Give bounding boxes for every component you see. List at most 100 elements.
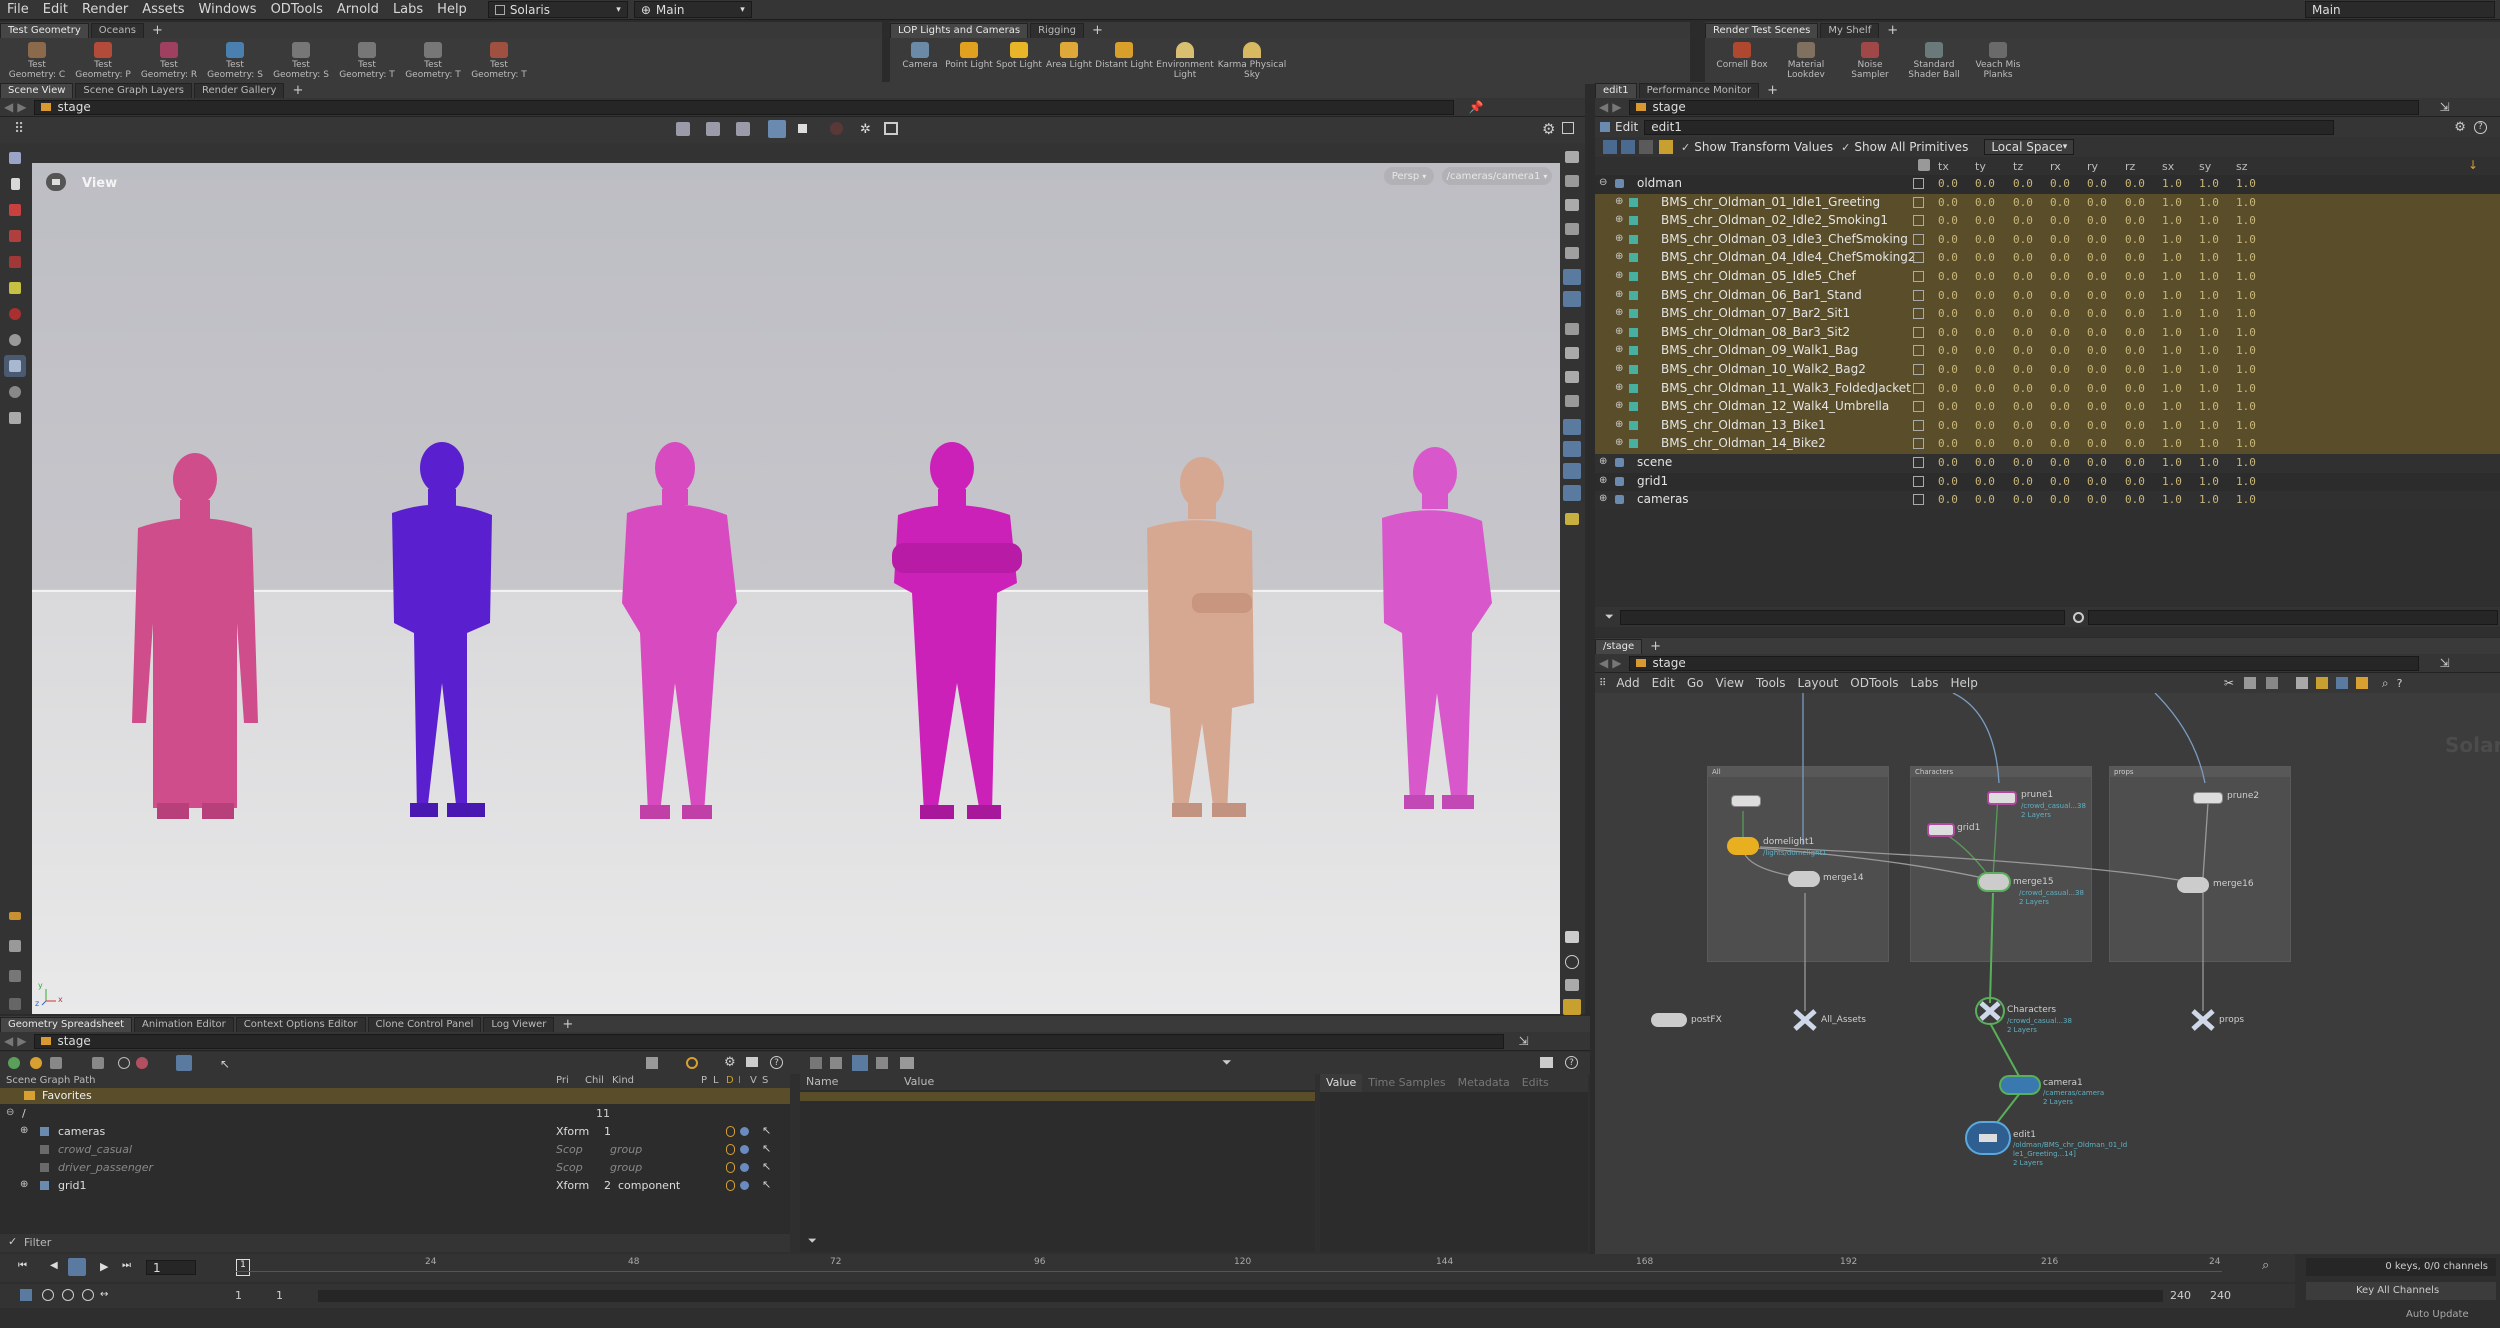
value-tz[interactable]: 0.0 bbox=[2013, 177, 2033, 190]
expand-icon[interactable]: ⊕ bbox=[20, 1125, 28, 1136]
value-sz[interactable]: 1.0 bbox=[2236, 437, 2256, 450]
edit-row[interactable]: ⊖ oldman 0.0 0.0 0.0 0.0 0.0 0.0 1.0 1.0 1.0 bbox=[1595, 175, 2500, 194]
help-icon[interactable]: ? bbox=[2397, 677, 2403, 690]
select-icon[interactable] bbox=[4, 147, 26, 169]
value-ty[interactable]: 0.0 bbox=[1975, 177, 1995, 190]
value-ty[interactable]: 0.0 bbox=[1975, 233, 1995, 246]
value-sx[interactable]: 1.0 bbox=[2162, 475, 2182, 488]
expand-icon[interactable]: ⊕ bbox=[1615, 196, 1623, 207]
expand-icon[interactable]: ⊕ bbox=[1615, 344, 1623, 355]
play-icon[interactable]: ▶ bbox=[100, 1260, 108, 1273]
row-checkbox[interactable] bbox=[1913, 233, 1924, 245]
shape-palette-icon[interactable] bbox=[2355, 677, 2368, 689]
edit-row[interactable]: ⊕ BMS_chr_Oldman_01_Idle1_Greeting 0.0 0.0 0… bbox=[1595, 193, 2500, 213]
main-dropdown[interactable]: ⊕ Main ▾ bbox=[633, 1, 752, 18]
light-tool-icon[interactable] bbox=[4, 329, 26, 351]
col-ty[interactable]: ty bbox=[1975, 160, 1986, 173]
show-all-checkbox[interactable]: ✓ bbox=[1841, 141, 1850, 154]
lop-icon[interactable] bbox=[8, 1057, 20, 1069]
value-tx[interactable]: 0.0 bbox=[1938, 456, 1958, 469]
value-ry[interactable]: 0.0 bbox=[2087, 233, 2107, 246]
node-grid1[interactable] bbox=[1927, 823, 1955, 837]
value-ty[interactable]: 0.0 bbox=[1975, 493, 1995, 506]
value-sz[interactable]: 1.0 bbox=[2236, 289, 2256, 302]
expand-icon[interactable]: ⊕ bbox=[1615, 363, 1623, 374]
net-menu-edit[interactable]: Edit bbox=[1646, 676, 1681, 690]
value-ty[interactable]: 0.0 bbox=[1975, 196, 1995, 209]
edit-row[interactable]: ⊕ BMS_chr_Oldman_02_Idle2_Smoking1 0.0 0.0 0… bbox=[1595, 212, 2500, 231]
info-icon[interactable] bbox=[118, 1057, 130, 1069]
value-sz[interactable]: 1.0 bbox=[2236, 251, 2256, 264]
edit-row[interactable]: ⊕ BMS_chr_Oldman_11_Walk3_FoldedJacket 0.0… bbox=[1595, 379, 2500, 399]
orbit-icon[interactable] bbox=[4, 381, 26, 403]
value-sx[interactable]: 1.0 bbox=[2162, 456, 2182, 469]
network-view-icon[interactable] bbox=[2243, 677, 2256, 689]
col-kind[interactable]: Kind bbox=[612, 1075, 634, 1086]
filter-icon[interactable]: ⏷ bbox=[1222, 1055, 1232, 1070]
value-ty[interactable]: 0.0 bbox=[1975, 270, 1995, 283]
value-sx[interactable]: 1.0 bbox=[2162, 382, 2182, 395]
mode-translate-icon[interactable] bbox=[1621, 140, 1635, 154]
col-scene-graph-path[interactable]: Scene Graph Path bbox=[6, 1075, 96, 1086]
edit-row[interactable]: ⊕ BMS_chr_Oldman_03_Idle3_ChefSmoking 0.0 0… bbox=[1595, 230, 2500, 250]
value-rz[interactable]: 0.0 bbox=[2125, 251, 2145, 264]
lock-icon[interactable] bbox=[4, 173, 26, 195]
menu-odtools[interactable]: ODTools bbox=[264, 2, 330, 17]
spreadsheet-path[interactable]: stage bbox=[34, 1033, 1505, 1049]
value-rx[interactable]: 0.0 bbox=[2050, 289, 2070, 302]
help-icon[interactable]: ? bbox=[1565, 1056, 1578, 1069]
mode-rotate-icon[interactable] bbox=[1639, 140, 1653, 154]
row-checkbox[interactable] bbox=[1913, 438, 1924, 450]
value-ry[interactable]: 0.0 bbox=[2087, 214, 2107, 227]
wrench-icon[interactable]: ✂ bbox=[2224, 676, 2234, 690]
node-null-all[interactable] bbox=[1731, 795, 1761, 807]
value-rz[interactable]: 0.0 bbox=[2125, 196, 2145, 209]
value-rz[interactable]: 0.0 bbox=[2125, 233, 2145, 246]
menu-labs[interactable]: Labs bbox=[386, 2, 430, 17]
row-checkbox[interactable] bbox=[1913, 382, 1924, 394]
value-ry[interactable]: 0.0 bbox=[2087, 251, 2107, 264]
load-icon[interactable] bbox=[726, 1180, 735, 1191]
list-view-icon[interactable] bbox=[830, 1057, 842, 1069]
value-rz[interactable]: 0.0 bbox=[2125, 456, 2145, 469]
value-rx[interactable]: 0.0 bbox=[2050, 344, 2070, 357]
value-sx[interactable]: 1.0 bbox=[2162, 196, 2182, 209]
select-mode-icon[interactable] bbox=[1563, 419, 1581, 435]
value-sz[interactable]: 1.0 bbox=[2236, 196, 2256, 209]
visibility-icon[interactable] bbox=[740, 1127, 749, 1136]
net-menu-view[interactable]: View bbox=[1709, 676, 1749, 690]
stop-icon[interactable] bbox=[68, 1258, 86, 1276]
columns-icon[interactable] bbox=[852, 1055, 868, 1071]
row-checkbox[interactable] bbox=[1913, 271, 1924, 282]
select-icon[interactable]: ↖ bbox=[762, 1124, 771, 1137]
col-tz[interactable]: tz bbox=[2013, 160, 2023, 173]
value-ry[interactable]: 0.0 bbox=[2087, 326, 2107, 339]
value-ty[interactable]: 0.0 bbox=[1975, 326, 1995, 339]
value-sy[interactable]: 1.0 bbox=[2199, 289, 2219, 302]
expand-icon[interactable]: ⊕ bbox=[1615, 326, 1623, 337]
value-tx[interactable]: 0.0 bbox=[1938, 493, 1958, 506]
expand-icon[interactable]: ⊕ bbox=[1615, 437, 1623, 448]
forward-arrow-icon[interactable]: ▶ bbox=[17, 1034, 26, 1048]
tool-spot-light[interactable]: Spot Light bbox=[994, 42, 1044, 80]
rows-icon[interactable] bbox=[876, 1057, 888, 1069]
col-pri[interactable]: Pri bbox=[556, 1075, 569, 1086]
edit-row[interactable]: ⊕ BMS_chr_Oldman_06_Bar1_Stand 0.0 0.0 0.0 0.… bbox=[1595, 286, 2500, 306]
value-sy[interactable]: 1.0 bbox=[2199, 382, 2219, 395]
row-checkbox[interactable] bbox=[1913, 289, 1924, 301]
value-sy[interactable]: 1.0 bbox=[2199, 214, 2219, 227]
value-ty[interactable]: 0.0 bbox=[1975, 289, 1995, 302]
top-right-dropdown[interactable]: Main bbox=[2305, 1, 2495, 18]
edit-row[interactable]: ⊕ grid1 0.0 0.0 0.0 0.0 0.0 0.0 1.0 1.0 1.0 bbox=[1595, 472, 2500, 492]
tab-stage[interactable]: /stage bbox=[1595, 639, 1643, 654]
value-ry[interactable]: 0.0 bbox=[2087, 344, 2107, 357]
col-i[interactable]: I bbox=[738, 1075, 741, 1086]
tool-point-light[interactable]: Point Light bbox=[944, 42, 994, 80]
value-ry[interactable]: 0.0 bbox=[2087, 437, 2107, 450]
value-sy[interactable]: 1.0 bbox=[2199, 363, 2219, 376]
collapse-icon[interactable]: ⊖ bbox=[6, 1107, 14, 1118]
value-tx[interactable]: 0.0 bbox=[1938, 382, 1958, 395]
value-tz[interactable]: 0.0 bbox=[2013, 214, 2033, 227]
node-merge15[interactable] bbox=[1979, 874, 2009, 890]
help-icon[interactable]: ? bbox=[770, 1056, 783, 1069]
